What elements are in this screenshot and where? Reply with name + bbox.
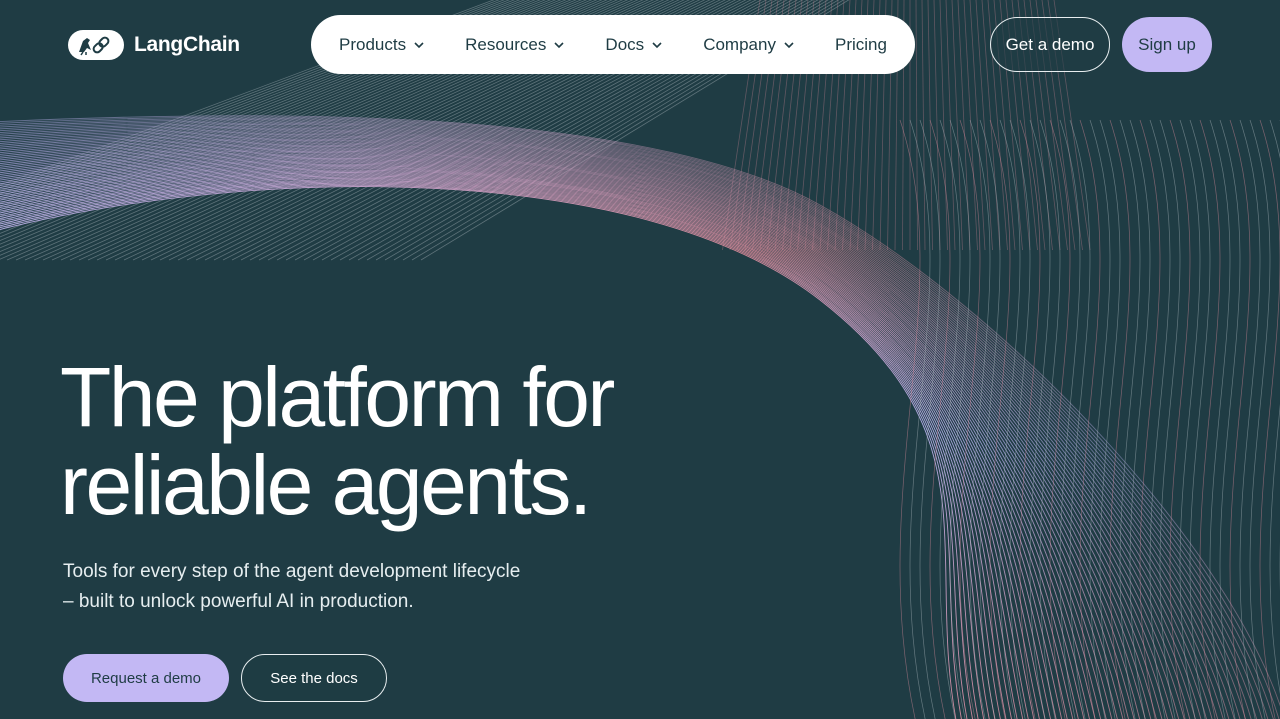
parrot-chain-icon [68, 30, 124, 60]
nav-item-docs[interactable]: Docs [605, 35, 664, 55]
chevron-down-icon [554, 41, 564, 48]
hero-subtitle: Tools for every step of the agent develo… [63, 557, 583, 617]
sign-up-button[interactable]: Sign up [1122, 17, 1212, 72]
request-a-demo-button[interactable]: Request a demo [63, 654, 229, 702]
nav-item-label: Pricing [834, 34, 887, 54]
site-header: LangChain Products Resources Docs Compan… [0, 0, 1280, 90]
logo[interactable]: LangChain [68, 29, 240, 61]
nav-item-company[interactable]: Company [703, 35, 796, 55]
chevron-down-icon [414, 41, 424, 48]
brand-name: LangChain [134, 33, 240, 56]
hero-subtitle-line-1: Tools for every step of the agent develo… [63, 561, 521, 582]
see-the-docs-button[interactable]: See the docs [241, 654, 387, 702]
hero-subtitle-line-2: – built to unlock powerful AI in product… [63, 591, 414, 612]
nav-item-label: Resources [465, 34, 547, 54]
nav-item-label: Products [339, 34, 407, 54]
hero-title-line-2: reliable agents. [60, 438, 592, 532]
nav-item-products[interactable]: Products [339, 35, 426, 55]
hero-cta-row: Request a demo See the docs [63, 654, 387, 702]
nav-item-label: Docs [605, 34, 645, 54]
nav-item-pricing[interactable]: Pricing [835, 35, 887, 55]
hero-title-line-1: The platform for [60, 350, 615, 444]
nav-item-resources[interactable]: Resources [465, 35, 566, 55]
chevron-down-icon [784, 41, 794, 48]
chevron-down-icon [652, 41, 662, 48]
hero-title: The platform for reliable agents. [60, 353, 760, 529]
main-nav: Products Resources Docs Company Pricing [311, 15, 915, 74]
nav-item-label: Company [703, 34, 776, 54]
get-a-demo-button[interactable]: Get a demo [990, 17, 1110, 72]
